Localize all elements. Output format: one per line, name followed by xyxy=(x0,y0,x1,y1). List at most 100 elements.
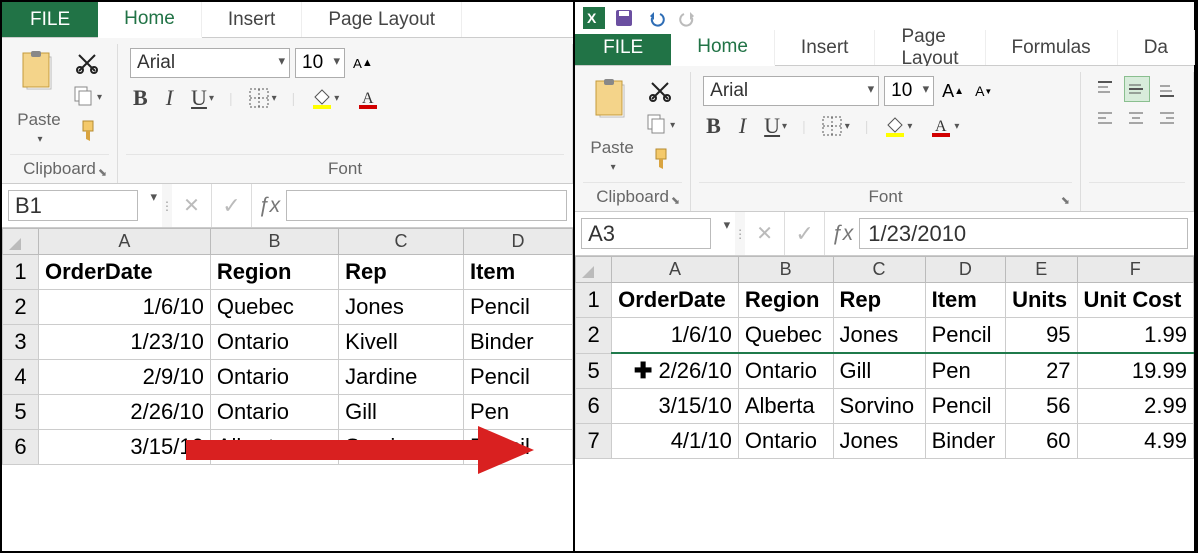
align-middle-button[interactable] xyxy=(1124,76,1150,102)
cell[interactable]: Ontario xyxy=(210,325,338,360)
cell[interactable]: Pencil xyxy=(925,318,1006,354)
save-button[interactable] xyxy=(611,5,637,31)
tab-home[interactable]: Home xyxy=(98,2,202,38)
undo-button[interactable] xyxy=(643,5,669,31)
file-tab[interactable]: FILE xyxy=(575,30,671,65)
dialog-launcher-icon[interactable]: ⬊ xyxy=(98,166,107,179)
cancel-formula-button[interactable]: ✕ xyxy=(172,184,212,227)
italic-button[interactable]: I xyxy=(163,82,176,114)
row-header[interactable]: 2 xyxy=(3,290,39,325)
cut-button[interactable] xyxy=(641,76,678,106)
cell[interactable]: 2/26/10 xyxy=(39,395,211,430)
row-header[interactable]: 7 xyxy=(576,424,612,459)
font-color-button[interactable]: A▾ xyxy=(927,112,962,140)
cell[interactable]: Pencil xyxy=(463,290,572,325)
cancel-formula-button[interactable]: ✕ xyxy=(745,212,785,255)
select-all-corner[interactable] xyxy=(3,229,39,255)
dialog-launcher-icon[interactable]: ⬊ xyxy=(1061,194,1070,207)
cell[interactable]: Kivell xyxy=(339,325,464,360)
cell[interactable]: 1/6/10 xyxy=(612,318,739,354)
cell[interactable]: Ontario xyxy=(210,395,338,430)
confirm-formula-button[interactable]: ✓ xyxy=(785,212,825,255)
underline-button[interactable]: U▾ xyxy=(188,82,217,114)
bold-button[interactable]: B xyxy=(130,82,151,114)
file-tab[interactable]: FILE xyxy=(2,2,98,37)
cell[interactable]: 60 xyxy=(1006,424,1077,459)
tab-data[interactable]: Da xyxy=(1118,30,1195,65)
formula-bar[interactable] xyxy=(286,190,567,221)
cell[interactable]: 27 xyxy=(1006,353,1077,389)
cell[interactable]: OrderDate xyxy=(39,255,211,290)
increase-font-button[interactable]: A▲ xyxy=(939,78,967,105)
worksheet-grid-left[interactable]: A B C D 1 OrderDate Region Rep Item 21/6… xyxy=(2,228,573,465)
cell[interactable]: Alberta xyxy=(210,430,338,465)
cell[interactable]: 4.99 xyxy=(1077,424,1193,459)
cell[interactable]: Jones xyxy=(833,318,925,354)
select-all-corner[interactable] xyxy=(576,257,612,283)
tab-page-layout[interactable]: Page Layout xyxy=(302,2,462,37)
row-header[interactable]: 6 xyxy=(576,389,612,424)
col-header[interactable]: A xyxy=(39,229,211,255)
cell[interactable]: Gill xyxy=(339,395,464,430)
font-size-select[interactable] xyxy=(295,48,345,78)
cell[interactable]: Jones xyxy=(339,290,464,325)
cell[interactable]: 1.99 xyxy=(1077,318,1193,354)
cell[interactable]: 95 xyxy=(1006,318,1077,354)
cell[interactable]: Ontario xyxy=(210,360,338,395)
increase-font-button[interactable]: A▲ xyxy=(350,53,376,74)
align-right-button[interactable] xyxy=(1155,106,1181,132)
align-bottom-button[interactable] xyxy=(1155,76,1181,102)
row-header[interactable]: 6 xyxy=(3,430,39,465)
cell[interactable]: Jardine xyxy=(339,360,464,395)
cell[interactable]: OrderDate xyxy=(612,283,739,318)
tab-home[interactable]: Home xyxy=(671,30,775,66)
cell[interactable]: 2/9/10 xyxy=(39,360,211,395)
tab-page-layout[interactable]: Page Layout xyxy=(875,30,985,65)
cell[interactable]: Region xyxy=(210,255,338,290)
cell[interactable]: Alberta xyxy=(738,389,833,424)
dialog-launcher-icon[interactable]: ⬊ xyxy=(671,194,680,207)
cell[interactable]: Sorvino xyxy=(339,430,464,465)
paste-button[interactable] xyxy=(587,76,637,132)
copy-button[interactable]: ▾ xyxy=(641,110,678,140)
cell[interactable]: 19.99 xyxy=(1077,353,1193,389)
fx-icon[interactable]: ƒx xyxy=(825,212,859,255)
borders-button[interactable]: ▾ xyxy=(818,112,853,140)
redo-button[interactable] xyxy=(675,5,701,31)
row-header[interactable]: 1 xyxy=(576,283,612,318)
cell[interactable]: Ontario xyxy=(738,424,833,459)
underline-button[interactable]: U▾ xyxy=(761,110,790,142)
cell[interactable]: Units xyxy=(1006,283,1077,318)
row-header[interactable]: 3 xyxy=(3,325,39,360)
borders-button[interactable]: ▾ xyxy=(245,84,280,112)
cell[interactable]: Region xyxy=(738,283,833,318)
cell[interactable]: 56 xyxy=(1006,389,1077,424)
tab-insert[interactable]: Insert xyxy=(775,30,876,65)
bold-button[interactable]: B xyxy=(703,110,724,142)
tab-formulas[interactable]: Formulas xyxy=(986,30,1118,65)
font-name-select[interactable] xyxy=(703,76,879,106)
col-header[interactable]: C xyxy=(339,229,464,255)
decrease-font-button[interactable]: A▼ xyxy=(972,80,995,102)
worksheet-grid-right[interactable]: A B C D E F 1 OrderDate Region Rep Item … xyxy=(575,256,1194,459)
row-header[interactable]: 2 xyxy=(576,318,612,354)
cell[interactable]: Pen xyxy=(463,395,572,430)
cell[interactable]: 4/1/10 xyxy=(612,424,739,459)
formula-bar[interactable] xyxy=(859,218,1188,249)
font-size-select[interactable] xyxy=(884,76,934,106)
align-top-button[interactable] xyxy=(1093,76,1119,102)
col-header[interactable]: E xyxy=(1006,257,1077,283)
cell[interactable]: Jones xyxy=(833,424,925,459)
cell[interactable]: 1/23/10 xyxy=(39,325,211,360)
row-header[interactable]: 5 xyxy=(3,395,39,430)
cell[interactable]: ✚ 2/26/10 xyxy=(612,353,739,389)
cell[interactable]: Pen xyxy=(925,353,1006,389)
tab-insert[interactable]: Insert xyxy=(202,2,303,37)
fx-icon[interactable]: ƒx xyxy=(252,184,286,227)
fill-color-button[interactable]: ▾ xyxy=(307,84,342,112)
row-header[interactable]: 5 xyxy=(576,353,612,389)
row-header[interactable]: 4 xyxy=(3,360,39,395)
align-center-button[interactable] xyxy=(1124,106,1150,132)
cell[interactable]: Unit Cost xyxy=(1077,283,1193,318)
format-painter-button[interactable] xyxy=(68,116,105,146)
